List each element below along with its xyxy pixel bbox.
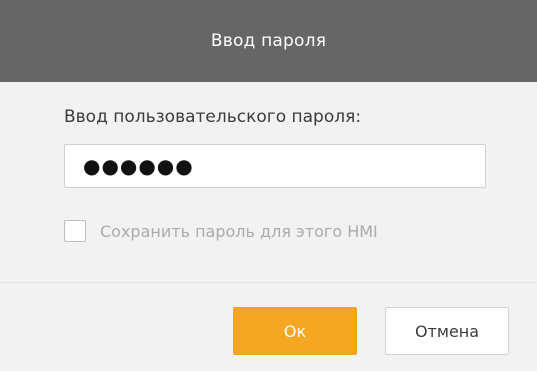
dialog-footer: Ок Отмена (0, 283, 537, 371)
remember-password-row[interactable]: Сохранить пароль для этого HMI (64, 220, 378, 242)
password-value: ●●●●●● (83, 154, 194, 178)
remember-password-label: Сохранить пароль для этого HMI (100, 221, 378, 241)
dialog-body: Ввод пользовательского пароля: ●●●●●● Со… (0, 82, 537, 282)
ok-button[interactable]: Ок (233, 307, 357, 355)
password-input[interactable]: ●●●●●● (64, 144, 486, 188)
remember-password-checkbox[interactable] (64, 220, 86, 242)
dialog-titlebar: Ввод пароля (0, 0, 537, 82)
cancel-button[interactable]: Отмена (385, 307, 509, 355)
password-prompt-label: Ввод пользовательского пароля: (64, 107, 362, 127)
password-dialog: Ввод пароля Ввод пользовательского парол… (0, 0, 537, 371)
dialog-title: Ввод пароля (210, 31, 327, 51)
